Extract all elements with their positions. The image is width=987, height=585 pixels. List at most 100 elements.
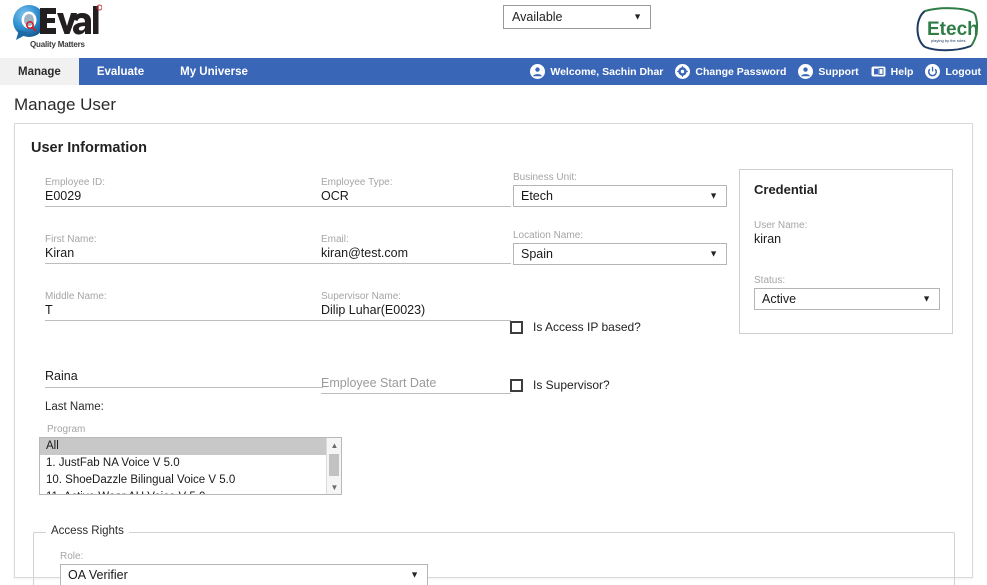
role-value: OA Verifier: [68, 568, 128, 582]
employee-type-field[interactable]: Employee Type: OCR: [321, 177, 511, 207]
location-name-dropdown[interactable]: Spain ▼: [513, 243, 727, 265]
last-name-label: Last Name:: [45, 401, 104, 413]
chevron-down-icon: ▼: [922, 293, 931, 304]
program-listbox-scrollbar[interactable]: ▲ ▼: [326, 438, 341, 494]
user-icon: [530, 64, 546, 79]
is-supervisor-checkbox[interactable]: [510, 378, 523, 392]
power-icon: [925, 64, 941, 79]
nav-tab-evaluate[interactable]: Evaluate: [79, 58, 162, 85]
credential-status-label: Status:: [754, 275, 786, 286]
credential-status-dropdown[interactable]: Active ▼: [754, 288, 940, 310]
help-label: Help: [890, 65, 914, 78]
access-rights-legend: Access Rights: [46, 525, 129, 537]
qeval-logo-tagline: Quality Matters: [30, 40, 85, 49]
access-rights-fieldset: Access Rights Role: OA Verifier ▼: [33, 525, 955, 585]
is-access-ip-based-checkbox[interactable]: [510, 320, 523, 334]
supervisor-name-label: Supervisor Name:: [321, 291, 402, 302]
credential-user-name-field: User Name: kiran: [754, 220, 924, 250]
availability-status-text: Available: [512, 10, 563, 24]
chevron-down-icon: ▼: [709, 248, 718, 259]
support-label: Support: [818, 65, 859, 78]
chevron-down-icon: ▼: [633, 11, 642, 22]
business-unit-field[interactable]: Business Unit: Etech ▼: [513, 172, 727, 207]
nav-tab-my-universe-label: My Universe: [180, 65, 248, 78]
employee-id-value[interactable]: E0029: [45, 189, 323, 207]
business-unit-dropdown[interactable]: Etech ▼: [513, 185, 727, 207]
list-item[interactable]: 1. JustFab NA Voice V 5.0: [40, 455, 326, 472]
location-name-field[interactable]: Location Name: Spain ▼: [513, 230, 727, 265]
credential-heading: Credential: [754, 182, 818, 197]
availability-status-dropdown[interactable]: Available ▼: [503, 5, 651, 29]
page-title: Manage User: [14, 95, 117, 114]
logout-label: Logout: [945, 65, 981, 78]
etech-logo: Etech playing by the rules: [913, 4, 979, 54]
role-label: Role:: [60, 551, 84, 562]
scroll-up-icon[interactable]: ▲: [327, 438, 341, 452]
book-icon: [871, 64, 886, 79]
credential-user-name-label: User Name:: [754, 220, 808, 231]
employee-id-label: Employee ID:: [45, 177, 106, 188]
employee-start-date-placeholder[interactable]: Employee Start Date: [321, 376, 511, 394]
qeval-logo-mark: [13, 4, 103, 40]
support-link[interactable]: Support: [798, 64, 859, 79]
employee-start-date-field[interactable]: Employee Start Date: [321, 376, 511, 394]
supervisor-name-value[interactable]: Dilip Luhar(E0023): [321, 303, 511, 321]
gear-icon: [675, 64, 691, 79]
top-bar: Quality Matters Available ▼ Etech playin…: [0, 0, 987, 58]
scrollbar-thumb[interactable]: [329, 454, 339, 476]
qeval-logo: Quality Matters: [10, 4, 103, 54]
user-information-heading: User Information: [31, 140, 148, 156]
user-information-form: User Information Employee ID: E0029 Empl…: [15, 124, 972, 585]
nav-tab-manage[interactable]: Manage: [0, 58, 79, 85]
etech-logo-mark: Etech playing by the rules: [916, 7, 979, 52]
welcome-user-link[interactable]: Welcome, Sachin Dhar: [530, 64, 663, 79]
last-name-value[interactable]: Raina: [45, 369, 323, 388]
chevron-down-icon: ▼: [410, 569, 419, 580]
program-label: Program: [47, 424, 86, 435]
role-dropdown[interactable]: OA Verifier ▼: [60, 564, 428, 585]
scroll-down-icon[interactable]: ▼: [327, 480, 341, 494]
is-supervisor-label: Is Supervisor?: [533, 378, 610, 392]
middle-name-label: Middle Name:: [45, 291, 107, 302]
email-field[interactable]: Email: kiran@test.com: [321, 234, 511, 264]
program-listbox-items: All 1. JustFab NA Voice V 5.0 10. ShoeDa…: [40, 438, 326, 494]
supervisor-name-field[interactable]: Supervisor Name: Dilip Luhar(E0023): [321, 291, 511, 321]
help-link[interactable]: Help: [871, 64, 914, 79]
svg-text:playing by the rules: playing by the rules: [931, 38, 965, 43]
location-name-value: Spain: [521, 247, 553, 261]
credential-status-field[interactable]: Status: Active ▼: [754, 275, 940, 310]
first-name-field[interactable]: First Name: Kiran: [45, 234, 323, 264]
change-password-label: Change Password: [695, 65, 787, 78]
logout-link[interactable]: Logout: [925, 64, 981, 79]
welcome-user-label: Welcome, Sachin Dhar: [550, 65, 664, 78]
list-item[interactable]: 11. Active Wear AU Voice V 5.0: [40, 489, 326, 494]
location-name-label: Location Name:: [513, 230, 584, 241]
manage-user-card: User Information Employee ID: E0029 Empl…: [14, 123, 973, 585]
employee-type-value[interactable]: OCR: [321, 189, 511, 207]
list-item[interactable]: 10. ShoeDazzle Bilingual Voice V 5.0: [40, 472, 326, 489]
svg-text:Etech: Etech: [927, 19, 979, 40]
middle-name-field[interactable]: Middle Name: T: [45, 291, 323, 321]
program-listbox[interactable]: All 1. JustFab NA Voice V 5.0 10. ShoeDa…: [39, 437, 342, 495]
email-value[interactable]: kiran@test.com: [321, 246, 511, 264]
nav-tab-evaluate-label: Evaluate: [96, 65, 145, 78]
employee-id-field[interactable]: Employee ID: E0029: [45, 177, 323, 207]
business-unit-label: Business Unit:: [513, 172, 577, 183]
change-password-link[interactable]: Change Password: [675, 64, 786, 79]
business-unit-value: Etech: [521, 189, 553, 203]
is-supervisor-row[interactable]: Is Supervisor?: [510, 378, 610, 392]
first-name-label: First Name:: [45, 234, 97, 245]
nav-tab-manage-label: Manage: [18, 65, 61, 78]
list-item[interactable]: All: [40, 438, 326, 455]
main-navigation-bar: Manage Evaluate My Universe Welcome, Sac…: [0, 58, 987, 85]
middle-name-value[interactable]: T: [45, 303, 323, 321]
role-field[interactable]: Role: OA Verifier ▼: [60, 551, 428, 585]
first-name-value[interactable]: Kiran: [45, 246, 323, 264]
email-label: Email:: [321, 234, 349, 245]
credential-panel: Credential User Name: kiran Status: Acti…: [739, 169, 953, 334]
chevron-down-icon: ▼: [709, 190, 718, 201]
credential-user-name-value: kiran: [754, 232, 782, 246]
is-access-ip-based-row[interactable]: Is Access IP based?: [510, 320, 641, 334]
availability-status-value[interactable]: Available ▼: [503, 5, 651, 29]
nav-tab-my-universe[interactable]: My Universe: [162, 58, 266, 85]
